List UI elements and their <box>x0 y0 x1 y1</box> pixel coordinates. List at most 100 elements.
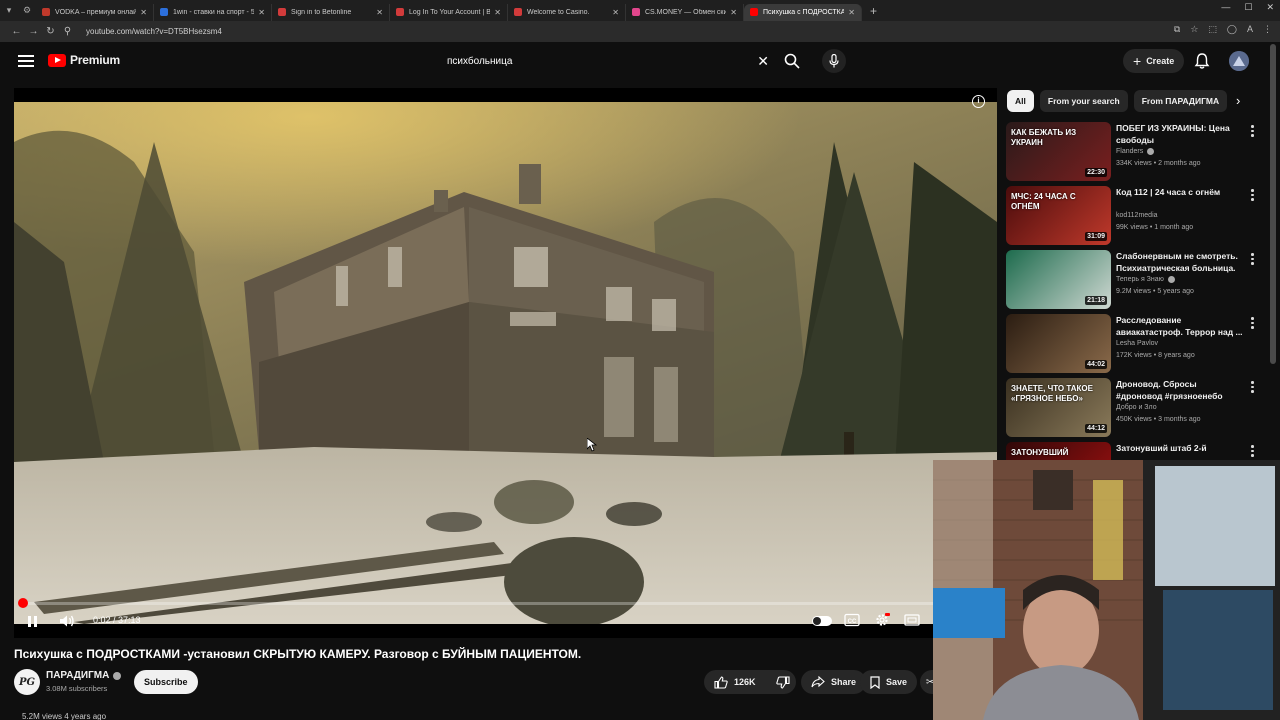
tab-close-icon[interactable]: ✕ <box>258 8 265 17</box>
more-options-icon[interactable] <box>1251 253 1254 267</box>
recommendation-title[interactable]: ПОБЕГ ИЗ УКРАИНЫ: Цена свободы <box>1116 122 1244 146</box>
more-options-icon[interactable] <box>1251 381 1254 395</box>
subscribe-button[interactable]: Subscribe <box>134 670 198 694</box>
site-info-icon[interactable]: ⚲ <box>59 26 76 37</box>
video-thumbnail[interactable]: КАК БЕЖАТЬ ИЗ УКРАИН 22:30 <box>1006 122 1111 181</box>
browser-menu-dots-icon[interactable]: ⋮ <box>1263 24 1272 35</box>
minimize-icon[interactable]: — <box>1221 2 1230 13</box>
profile-icon[interactable]: ◯ <box>1227 24 1237 35</box>
video-thumbnail[interactable]: МЧС: 24 ЧАСА С ОГНЁМ 31:09 <box>1006 186 1111 245</box>
bookmark-star-icon[interactable]: ☆ <box>1190 24 1198 35</box>
create-button[interactable]: + Create <box>1123 49 1185 73</box>
chip-from-channel[interactable]: From ПАРАДИГМА <box>1133 90 1228 112</box>
open-in-app-icon[interactable]: ⧉ <box>1174 24 1180 35</box>
browser-tab[interactable]: CS.MONEY — Обмен скинов С ✕ <box>626 3 744 21</box>
recommendation-channel[interactable]: Lesha Pavlov <box>1116 340 1158 347</box>
pause-button[interactable] <box>28 614 40 627</box>
tab-close-icon[interactable]: ✕ <box>730 8 737 17</box>
recommendation-item[interactable]: 21:18 Слабонервным не смотреть. Психиатри… <box>1006 250 1256 310</box>
recommendation-item[interactable]: ЗНАЕТЕ, ЧТО ТАКОЕ «ГРЯЗНОЕ НЕБО» 44:12 Дро… <box>1006 378 1256 438</box>
recommendation-title[interactable]: Дроновод. Сбросы #дроновод #грязноенебо … <box>1116 378 1244 403</box>
theater-mode-icon[interactable] <box>904 613 920 627</box>
dislike-button[interactable] <box>766 670 800 694</box>
channel-avatar[interactable]: PG <box>14 669 40 695</box>
recommendation-item[interactable]: МЧС: 24 ЧАСА С ОГНЁМ 31:09 Код 112 | 24 ча… <box>1006 186 1256 246</box>
recommendation-title[interactable]: Слабонервным не смотреть. Психиатрическа… <box>1116 250 1244 275</box>
thumbnail-overlay-text: ЗНАЕТЕ, ЧТО ТАКОЕ «ГРЯЗНОЕ НЕБО» <box>1011 384 1093 403</box>
progress-bar[interactable] <box>18 598 991 608</box>
like-button[interactable]: 126K <box>704 670 766 694</box>
chip-from-your-search[interactable]: From your search <box>1039 90 1128 112</box>
browser-tab[interactable]: 1win - ставки на спорт - 57649 ✕ <box>154 3 272 21</box>
search-input[interactable]: психбольница ✕ <box>437 48 777 74</box>
video-duration: 21:18 <box>1085 296 1107 305</box>
tab-close-icon[interactable]: ✕ <box>494 8 501 17</box>
youtube-premium-logo[interactable]: Premium <box>48 53 120 67</box>
logo-text: Premium <box>70 53 120 67</box>
tab-close-icon[interactable]: ✕ <box>848 8 855 17</box>
forward-icon[interactable]: → <box>25 26 42 37</box>
translate-icon[interactable]: A <box>1247 24 1253 35</box>
clear-search-icon[interactable]: ✕ <box>757 53 769 70</box>
hamburger-menu-icon[interactable] <box>18 55 34 69</box>
tab-close-icon[interactable]: ✕ <box>140 8 147 17</box>
settings-gear-icon[interactable] <box>874 613 890 627</box>
tab-close-icon[interactable]: ✕ <box>376 8 383 17</box>
share-button[interactable]: Share <box>801 670 867 694</box>
more-options-icon[interactable] <box>1251 317 1254 331</box>
scrubber-knob[interactable] <box>18 598 28 608</box>
account-avatar[interactable] <box>1229 51 1249 71</box>
time-display: 0:02 / 37:13 <box>93 615 141 625</box>
recommendation-channel[interactable]: Добро и Зло <box>1116 404 1157 411</box>
browser-menu-icon[interactable]: ⚙ <box>18 0 36 21</box>
reload-icon[interactable]: ↻ <box>42 26 59 37</box>
maximize-icon[interactable]: ☐ <box>1244 2 1252 13</box>
recommendation-channel[interactable]: kod112media <box>1116 212 1158 219</box>
close-window-icon[interactable]: ✕ <box>1266 2 1274 13</box>
more-options-icon[interactable] <box>1251 125 1254 139</box>
recommendation-title[interactable]: Расследование авиакатастроф. Террор над … <box>1116 314 1244 338</box>
chevron-right-icon[interactable]: › <box>1236 93 1240 108</box>
recommendation-title[interactable]: Код 112 | 24 часа с огнём <box>1116 186 1244 198</box>
video-info-icon[interactable]: i <box>972 95 985 108</box>
tab-favicon-icon <box>750 8 758 16</box>
new-tab-button[interactable]: + <box>870 4 877 18</box>
browser-tab[interactable]: Welcome to Casino. ✕ <box>508 3 626 21</box>
volume-icon[interactable] <box>59 614 75 628</box>
url-field[interactable]: youtube.com/watch?v=DT5BHsezsm4 <box>86 27 222 36</box>
more-options-icon[interactable] <box>1251 445 1254 459</box>
channel-name-row[interactable]: ПАРАДИГМА <box>46 670 122 681</box>
chip-all[interactable]: All <box>1007 90 1034 112</box>
extensions-icon[interactable]: ⬚ <box>1208 24 1217 35</box>
tab-title: Психушка с ПОДРОСТКАМ <box>763 8 845 16</box>
save-button[interactable]: Save <box>860 670 918 694</box>
autoplay-toggle[interactable] <box>812 616 832 626</box>
browser-tab[interactable]: Психушка с ПОДРОСТКАМ ✕ <box>744 3 862 21</box>
video-frame[interactable] <box>14 102 997 624</box>
recommendation-channel[interactable]: Теперь я Знаю <box>1116 276 1175 283</box>
browser-tab[interactable]: VODKA – премиум онлайн-ка ✕ <box>36 3 154 21</box>
video-thumbnail[interactable]: 44:02 <box>1006 314 1111 373</box>
recommendation-item[interactable]: КАК БЕЖАТЬ ИЗ УКРАИН 22:30 ПОБЕГ ИЗ УКРАИН… <box>1006 122 1256 182</box>
more-actions-button[interactable]: ✂ <box>920 670 934 694</box>
notifications-bell-icon[interactable] <box>1193 52 1211 70</box>
browser-tab[interactable]: Log In To Your Account | BetO ✕ <box>390 3 508 21</box>
recommendation-title[interactable]: Затонувший штаб 2-й <box>1116 442 1244 454</box>
back-icon[interactable]: ← <box>8 26 25 37</box>
video-player[interactable]: i 0:02 / 37:13 CC <box>14 88 997 638</box>
tab-close-icon[interactable]: ✕ <box>612 8 619 17</box>
more-options-icon[interactable] <box>1251 189 1254 203</box>
scrollbar-thumb[interactable] <box>1270 44 1276 364</box>
browser-tab[interactable]: Sign in to Betonline ✕ <box>272 3 390 21</box>
channel-name[interactable]: ПАРАДИГМА <box>46 670 109 681</box>
tab-search-icon[interactable]: ▾ <box>0 0 18 21</box>
recommendation-meta: 172K views • 8 years ago <box>1116 352 1195 359</box>
video-thumbnail[interactable]: 21:18 <box>1006 250 1111 309</box>
captions-icon[interactable]: CC <box>844 613 860 627</box>
tab-title: Sign in to Betonline <box>291 8 352 16</box>
video-thumbnail[interactable]: ЗНАЕТЕ, ЧТО ТАКОЕ «ГРЯЗНОЕ НЕБО» 44:12 <box>1006 378 1111 437</box>
recommendation-item[interactable]: 44:02 Расследование авиакатастроф. Террор… <box>1006 314 1256 374</box>
voice-search-button[interactable] <box>822 49 846 73</box>
recommendation-channel[interactable]: Flanders <box>1116 148 1155 155</box>
search-button[interactable] <box>777 48 807 74</box>
